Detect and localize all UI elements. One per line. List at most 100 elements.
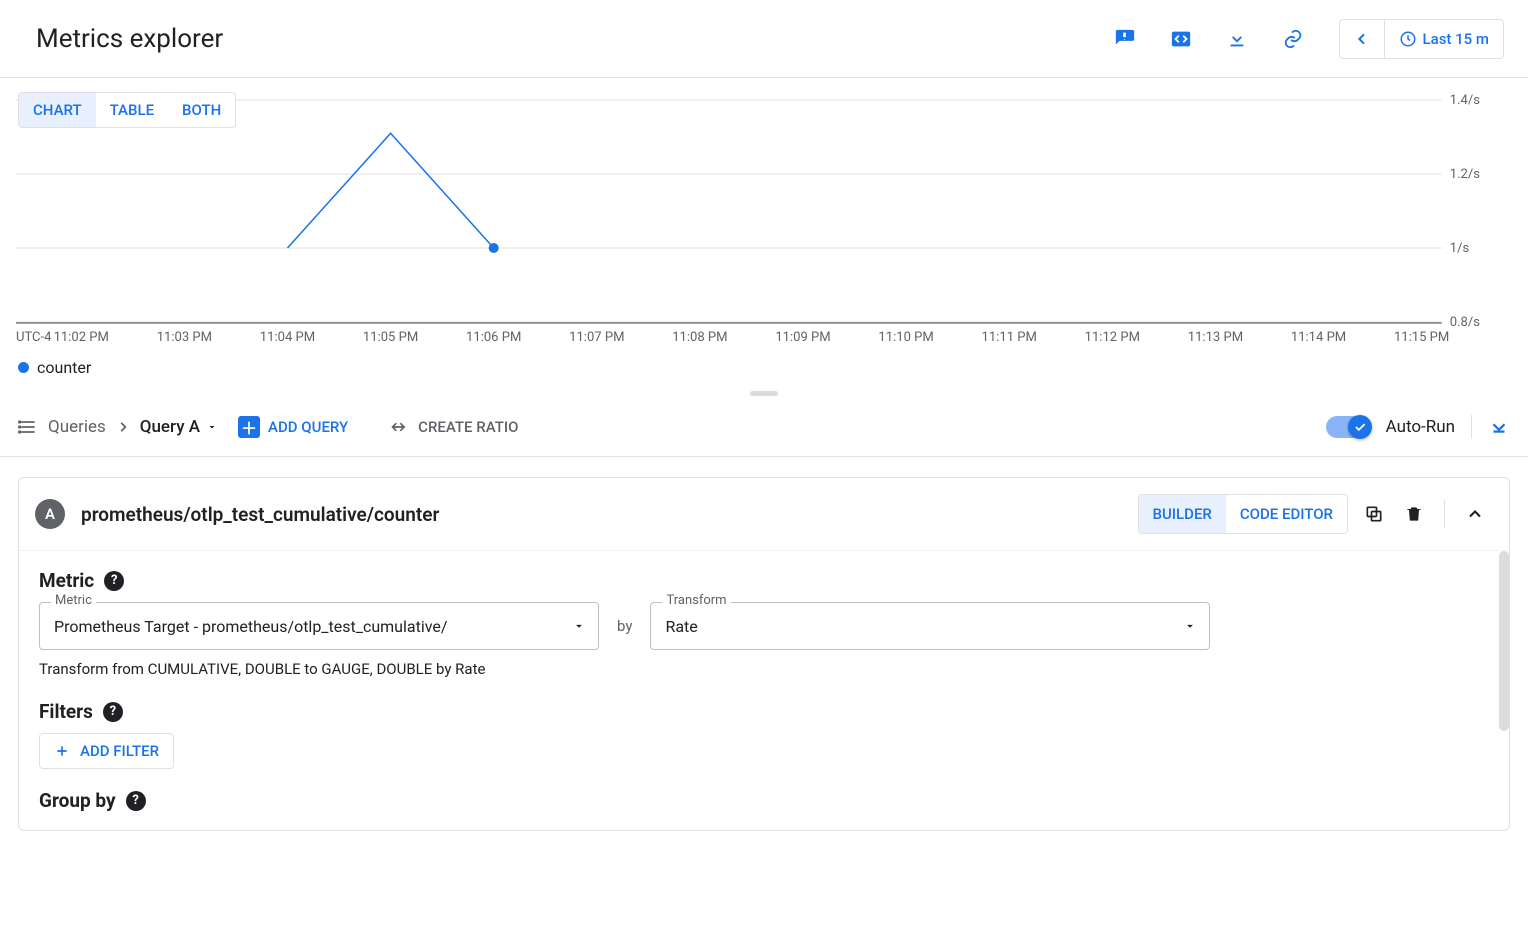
create-ratio-button[interactable]: CREATE RATIO xyxy=(384,413,524,441)
time-range-label: Last 15 m xyxy=(1423,30,1489,48)
query-card-a: A prometheus/otlp_test_cumulative/counte… xyxy=(18,477,1510,831)
svg-text:11:10 PM: 11:10 PM xyxy=(878,330,933,345)
queries-bar: Queries Query A ＋ ADD QUERY CREATE RATIO… xyxy=(0,398,1528,457)
view-tabs: CHART TABLE BOTH xyxy=(18,92,236,128)
copy-query-button[interactable] xyxy=(1360,500,1388,528)
query-card-body: Metric ? Metric Prometheus Target - prom… xyxy=(19,551,1509,830)
metric-help-button[interactable]: ? xyxy=(104,571,124,591)
svg-text:11:09 PM: 11:09 PM xyxy=(775,330,830,345)
toggle-knob xyxy=(1348,415,1372,439)
code-icon xyxy=(1170,28,1192,50)
panel-resize-handle[interactable] xyxy=(0,387,1528,398)
add-filter-label: ADD FILTER xyxy=(80,742,159,760)
svg-text:0.8/s: 0.8/s xyxy=(1450,315,1480,330)
chevron-right-icon xyxy=(116,420,130,434)
collapse-query-button[interactable] xyxy=(1461,500,1489,528)
time-back-button[interactable] xyxy=(1340,20,1385,58)
query-card-header-left: A prometheus/otlp_test_cumulative/counte… xyxy=(35,499,439,529)
queries-label: Queries xyxy=(48,417,106,437)
tab-chart[interactable]: CHART xyxy=(19,93,96,127)
ratio-icon xyxy=(390,417,410,437)
filters-section-text: Filters xyxy=(39,700,93,723)
svg-text:11:14 PM: 11:14 PM xyxy=(1291,330,1346,345)
editor-builder-tab[interactable]: BUILDER xyxy=(1139,495,1226,533)
grip-icon xyxy=(750,391,778,396)
svg-text:11:07 PM: 11:07 PM xyxy=(569,330,624,345)
header-actions: Last 15 m xyxy=(1107,19,1504,59)
svg-text:1/s: 1/s xyxy=(1450,241,1470,256)
metric-row: Metric Prometheus Target - prometheus/ot… xyxy=(39,602,1489,650)
chevron-up-icon xyxy=(1465,504,1485,524)
svg-text:11:08 PM: 11:08 PM xyxy=(672,330,727,345)
chart-area: CHART TABLE BOTH 1.4/s 1.2/s 1/s 0.8/s 11:02… xyxy=(0,78,1528,387)
trash-icon xyxy=(1404,504,1424,524)
tab-both[interactable]: BOTH xyxy=(168,93,235,127)
time-range-group: Last 15 m xyxy=(1339,19,1504,59)
metric-select[interactable]: Prometheus Target - prometheus/otlp_test… xyxy=(39,602,599,650)
transform-field-legend: Transform xyxy=(662,593,730,608)
chevron-left-icon xyxy=(1354,31,1370,47)
svg-text:1.4/s: 1.4/s xyxy=(1450,93,1480,108)
transform-select[interactable]: Rate xyxy=(650,602,1210,650)
chart[interactable]: 1.4/s1.2/s1/s0.8/s11:02 PM11:03 PM11:04 … xyxy=(16,92,1512,387)
chart-svg: 1.4/s1.2/s1/s0.8/s11:02 PM11:03 PM11:04 … xyxy=(16,92,1512,352)
query-card-header: A prometheus/otlp_test_cumulative/counte… xyxy=(19,478,1509,551)
queries-list-icon xyxy=(18,417,38,437)
check-icon xyxy=(1353,420,1367,434)
clock-icon xyxy=(1399,30,1417,48)
caret-down-icon xyxy=(206,421,218,433)
add-query-label: ADD QUERY xyxy=(268,418,348,436)
metric-section-text: Metric xyxy=(39,569,94,592)
query-title: prometheus/otlp_test_cumulative/counter xyxy=(81,503,439,526)
tab-table[interactable]: TABLE xyxy=(96,93,168,127)
by-label: by xyxy=(617,617,632,635)
svg-text:11:06 PM: 11:06 PM xyxy=(466,330,521,345)
queries-bar-right: Auto-Run xyxy=(1326,415,1510,439)
feedback-icon xyxy=(1114,28,1136,50)
legend-series-label: counter xyxy=(37,358,91,377)
groupby-section-label: Group by ? xyxy=(39,789,1489,812)
svg-text:11:04 PM: 11:04 PM xyxy=(260,330,315,345)
collapse-down-icon xyxy=(1488,416,1510,438)
download-button[interactable] xyxy=(1219,21,1255,57)
query-badge: A xyxy=(35,499,65,529)
header: Metrics explorer Last 15 m xyxy=(0,0,1528,78)
divider xyxy=(1471,415,1472,439)
svg-text:11:12 PM: 11:12 PM xyxy=(1085,330,1140,345)
auto-run-label: Auto-Run xyxy=(1386,417,1455,437)
metric-field-legend: Metric xyxy=(51,593,96,608)
svg-text:UTC-4: UTC-4 xyxy=(16,330,52,345)
add-query-button[interactable]: ＋ ADD QUERY xyxy=(232,412,354,442)
time-range-button[interactable]: Last 15 m xyxy=(1385,20,1503,58)
svg-text:11:02 PM: 11:02 PM xyxy=(54,330,109,345)
create-ratio-label: CREATE RATIO xyxy=(418,418,518,436)
plus-icon: ＋ xyxy=(238,416,260,438)
editor-code-tab[interactable]: CODE EDITOR xyxy=(1226,495,1347,533)
transform-field: Transform Rate xyxy=(650,602,1210,650)
query-selector[interactable]: Query A xyxy=(140,417,218,437)
feedback-button[interactable] xyxy=(1107,21,1143,57)
svg-text:1.2/s: 1.2/s xyxy=(1450,167,1480,182)
caret-down-icon xyxy=(1183,619,1197,633)
legend-dot-icon xyxy=(18,362,29,373)
link-icon xyxy=(1282,28,1304,50)
metric-select-value: Prometheus Target - prometheus/otlp_test… xyxy=(54,617,447,636)
add-filter-button[interactable]: ADD FILTER xyxy=(39,733,174,769)
auto-run-toggle[interactable] xyxy=(1326,416,1370,438)
code-button[interactable] xyxy=(1163,21,1199,57)
metric-field: Metric Prometheus Target - prometheus/ot… xyxy=(39,602,599,650)
metric-section-label: Metric ? xyxy=(39,569,1489,592)
groupby-help-button[interactable]: ? xyxy=(126,791,146,811)
query-selected-label: Query A xyxy=(140,417,200,437)
queries-breadcrumb: Queries Query A xyxy=(18,417,218,437)
link-button[interactable] xyxy=(1275,21,1311,57)
queries-bar-left: Queries Query A ＋ ADD QUERY CREATE RATIO xyxy=(18,412,524,442)
svg-text:11:15 PM: 11:15 PM xyxy=(1394,330,1449,345)
filters-help-button[interactable]: ? xyxy=(103,702,123,722)
svg-text:11:11 PM: 11:11 PM xyxy=(982,330,1037,345)
svg-text:11:13 PM: 11:13 PM xyxy=(1188,330,1243,345)
editor-toggle: BUILDER CODE EDITOR xyxy=(1138,494,1348,534)
delete-query-button[interactable] xyxy=(1400,500,1428,528)
collapse-all-button[interactable] xyxy=(1488,416,1510,438)
copy-icon xyxy=(1364,504,1384,524)
